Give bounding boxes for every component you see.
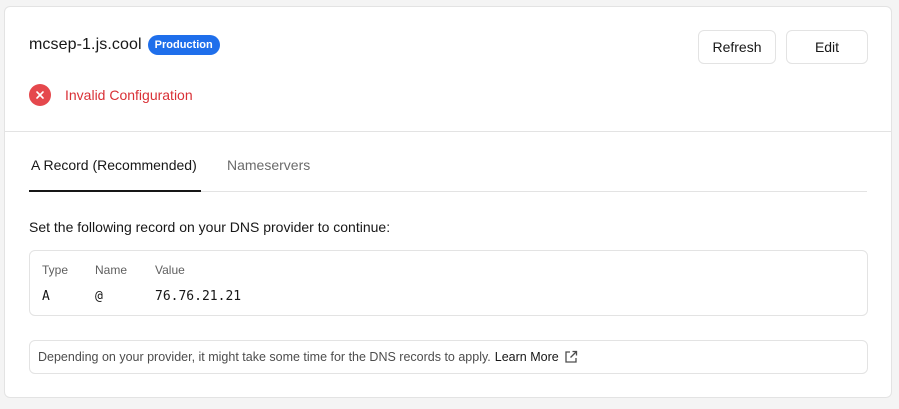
column-header-value: Value	[155, 263, 185, 277]
column-header-type: Type	[42, 263, 69, 277]
learn-more-link[interactable]: Learn More	[495, 350, 578, 364]
record-type: A	[42, 289, 50, 304]
learn-more-label: Learn More	[494, 350, 559, 364]
x-circle-icon	[29, 84, 51, 106]
external-link-icon	[564, 350, 578, 364]
instruction-text: Set the following record on your DNS pro…	[29, 219, 391, 235]
environment-badge: Production	[147, 35, 220, 55]
domain-config-card: mcsep-1.js.cool Production Refresh Edit …	[4, 6, 892, 398]
card-header: mcsep-1.js.cool Production Refresh Edit …	[5, 7, 891, 132]
edit-button[interactable]: Edit	[786, 30, 868, 64]
tab-a-record[interactable]: A Record (Recommended)	[29, 157, 201, 192]
tab-nameservers[interactable]: Nameservers	[227, 157, 310, 192]
dns-record-table: Type Name Value A @ 76.76.21.21	[29, 250, 868, 316]
refresh-button[interactable]: Refresh	[698, 30, 776, 64]
record-name: @	[95, 289, 103, 304]
domain-name: mcsep-1.js.cool	[29, 36, 142, 53]
status-text: Invalid Configuration	[65, 87, 193, 103]
config-status: Invalid Configuration	[29, 84, 193, 106]
dns-tabs: A Record (Recommended) Nameservers	[29, 157, 867, 192]
header-actions: Refresh Edit	[698, 30, 868, 64]
column-header-name: Name	[95, 263, 128, 277]
note-text: Depending on your provider, it might tak…	[38, 350, 491, 364]
domain-title-row: mcsep-1.js.cool Production	[29, 35, 220, 55]
record-value[interactable]: 76.76.21.21	[155, 289, 241, 304]
propagation-note: Depending on your provider, it might tak…	[29, 340, 868, 374]
